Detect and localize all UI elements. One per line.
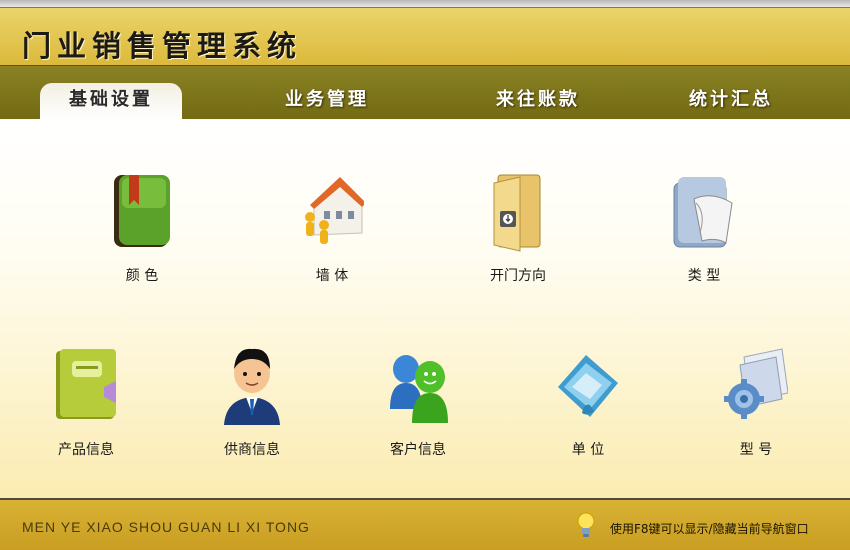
tab-basic-settings[interactable]: 基础设置 — [40, 83, 182, 120]
item-label: 墙 体 — [315, 268, 349, 284]
item-label: 类 型 — [687, 268, 721, 284]
title-bar: 门业销售管理系统 — [0, 8, 850, 65]
chat-users-icon — [390, 355, 448, 423]
item-label: 颜 色 — [125, 268, 159, 284]
unit-folder-icon — [558, 355, 618, 417]
item-label: 型 号 — [739, 442, 773, 458]
item-door-direction[interactable]: 开门方向 — [448, 173, 588, 298]
lightbulb-icon — [577, 512, 595, 537]
green-book-icon — [114, 175, 170, 247]
footer-brand: MEN YE XIAO SHOU GUAN LI XI TONG — [22, 519, 310, 535]
item-label: 开门方向 — [490, 268, 546, 284]
open-folder-icon — [493, 174, 541, 252]
tab-accounts[interactable]: 来往账款 — [467, 83, 609, 120]
main-content: 颜 色 墙 体 开门方向 类 型 产品信息 供商信息 客户信息 单 位 型 号 — [0, 119, 850, 498]
item-unit[interactable]: 单 位 — [518, 347, 658, 472]
house-icon — [305, 177, 364, 244]
item-customer-info[interactable]: 客户信息 — [348, 347, 488, 472]
tab-business-management[interactable]: 业务管理 — [256, 83, 398, 120]
businessman-icon — [224, 348, 280, 425]
footer-hint: 使用F8键可以显示/隐藏当前导航窗口 — [610, 522, 809, 536]
item-product-info[interactable]: 产品信息 — [16, 347, 156, 472]
item-label: 客户信息 — [390, 442, 446, 458]
item-color[interactable]: 颜 色 — [72, 173, 212, 298]
nav-bar: 基础设置 业务管理 来往账款 统计汇总 — [0, 65, 850, 120]
item-label: 单 位 — [571, 442, 605, 458]
item-label: 产品信息 — [58, 442, 114, 458]
product-book-icon — [56, 349, 116, 419]
item-supplier-info[interactable]: 供商信息 — [182, 347, 322, 472]
item-model[interactable]: 型 号 — [686, 347, 826, 472]
window-top-strip — [0, 0, 850, 8]
item-type[interactable]: 类 型 — [634, 173, 774, 298]
item-wall[interactable]: 墙 体 — [262, 173, 402, 298]
status-footer: MEN YE XIAO SHOU GUAN LI XI TONG 使用F8键可以… — [0, 498, 850, 550]
item-label: 供商信息 — [224, 442, 280, 458]
paper-folder-icon — [673, 177, 733, 248]
app-title: 门业销售管理系统 — [22, 29, 303, 63]
tab-statistics[interactable]: 统计汇总 — [660, 83, 802, 120]
gear-document-icon — [724, 348, 788, 419]
